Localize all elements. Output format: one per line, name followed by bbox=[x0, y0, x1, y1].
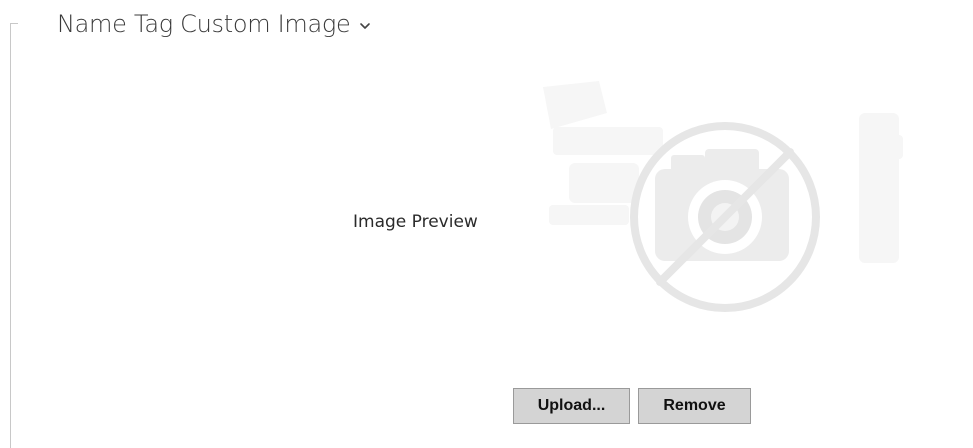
no-camera-icon bbox=[543, 81, 903, 312]
remove-button[interactable]: Remove bbox=[638, 388, 751, 424]
image-preview-label: Image Preview bbox=[353, 212, 478, 232]
name-tag-image-section: Name Tag Custom Image Image Preview Uplo… bbox=[0, 0, 973, 448]
section-frame-left bbox=[10, 23, 11, 448]
section-frame-top bbox=[10, 23, 18, 24]
section-header[interactable]: Name Tag Custom Image bbox=[57, 4, 371, 44]
section-title: Name Tag Custom Image bbox=[57, 10, 351, 38]
upload-button[interactable]: Upload... bbox=[513, 388, 630, 424]
chevron-down-icon bbox=[360, 23, 371, 29]
